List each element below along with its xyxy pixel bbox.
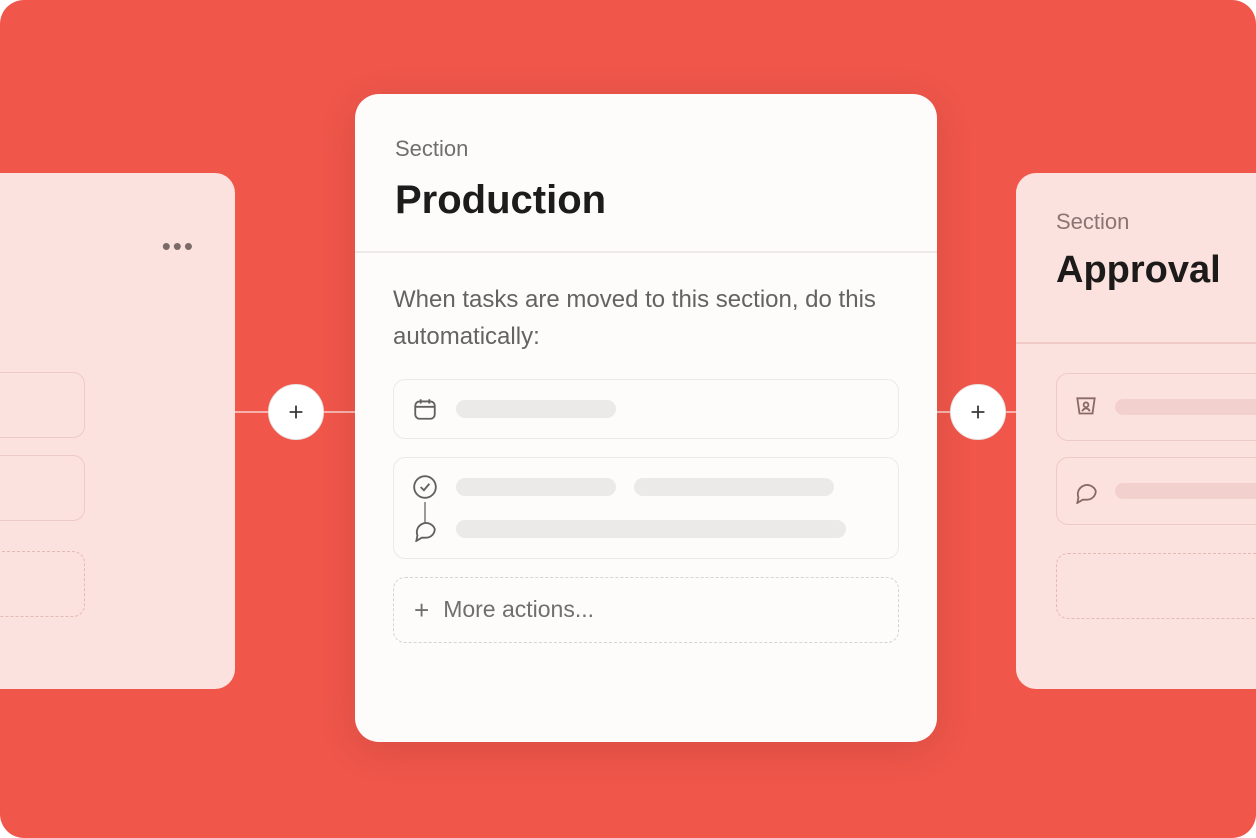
add-section-button[interactable] [268, 384, 324, 440]
ellipsis-icon[interactable]: ••• [162, 231, 195, 262]
section-title: Approval [1056, 249, 1256, 292]
rule-card-placeholder[interactable] [0, 372, 85, 438]
rule-placeholder [456, 478, 616, 496]
section-card-previous: ••• [0, 173, 235, 689]
comment-icon [412, 516, 438, 542]
rule-card[interactable] [393, 457, 899, 559]
automation-helper-text: When tasks are moved to this section, do… [393, 281, 899, 355]
assignee-icon [1073, 394, 1099, 420]
divider [1016, 342, 1256, 344]
rule-card[interactable] [393, 379, 899, 439]
calendar-icon [412, 396, 438, 422]
rule-placeholder [1115, 399, 1256, 415]
rule-card[interactable] [1056, 373, 1256, 441]
workflow-canvas: ••• Section Production When tasks are mo… [0, 0, 1256, 838]
plus-icon [967, 401, 989, 423]
more-actions-label: More actions... [443, 596, 594, 623]
plus-icon: + [414, 597, 429, 623]
rule-card[interactable] [1056, 457, 1256, 525]
add-section-button[interactable] [950, 384, 1006, 440]
add-rule-placeholder[interactable] [1056, 553, 1256, 619]
rule-placeholder [634, 478, 834, 496]
section-badge: Section [395, 136, 897, 162]
plus-icon [285, 401, 307, 423]
section-title: Production [395, 178, 897, 223]
section-card-production: Section Production When tasks are moved … [355, 94, 937, 742]
rule-placeholder [456, 520, 846, 538]
comment-icon [1073, 478, 1099, 504]
add-rule-placeholder[interactable] [0, 551, 85, 617]
section-badge: Section [1056, 209, 1256, 235]
more-actions-button[interactable]: + More actions... [393, 577, 899, 643]
section-card-approval: Section Approval [1016, 173, 1256, 689]
rule-placeholder [1115, 483, 1256, 499]
check-circle-icon [412, 474, 438, 500]
rule-placeholder [456, 400, 616, 418]
rule-card-placeholder[interactable] [0, 455, 85, 521]
